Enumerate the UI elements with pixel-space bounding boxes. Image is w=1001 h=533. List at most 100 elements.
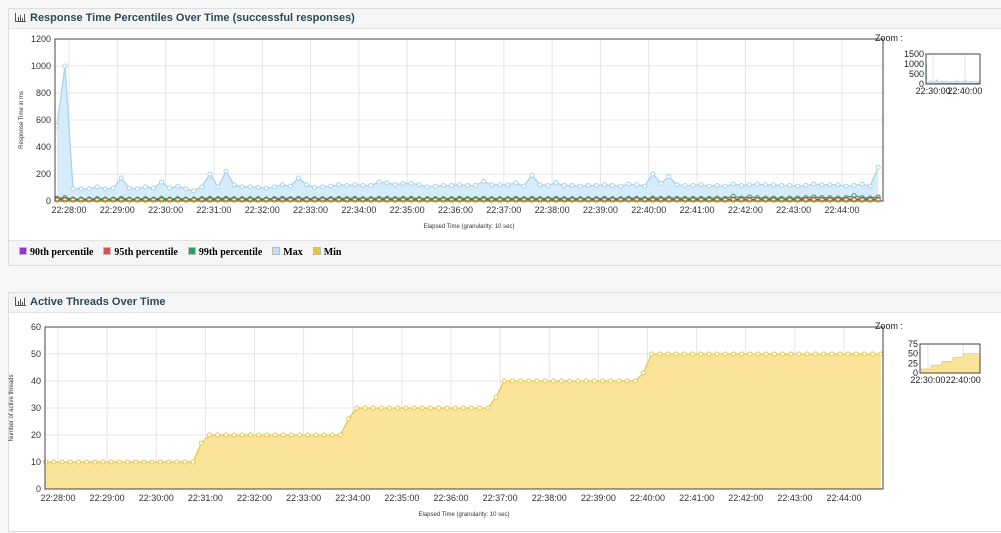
data-point (804, 183, 808, 187)
data-point (543, 379, 547, 383)
data-point (76, 460, 80, 464)
x-axis-title: Elapsed Time (granularity: 10 sec) (418, 512, 509, 518)
panel-header[interactable]: Active Threads Over Time (9, 293, 1001, 313)
data-point (199, 441, 203, 445)
data-point (264, 186, 268, 190)
x-tick-label: 22:34:00 (341, 205, 376, 215)
data-point (805, 352, 809, 356)
bar-chart-icon (15, 297, 26, 306)
zoom-navigator[interactable]: 05001000150022:30:0022:40:00 (904, 49, 982, 96)
data-point (780, 183, 784, 187)
data-point (707, 352, 711, 356)
active-threads-chart: 010203040506022:28:0022:29:0022:30:0022:… (1, 313, 1001, 533)
legend-item[interactable]: 99th percentile (188, 247, 262, 258)
legend-item[interactable]: 90th percentile (19, 247, 93, 258)
x-tick-label: 22:44:00 (824, 205, 859, 215)
data-point (600, 379, 604, 383)
x-tick-label: 22:37:00 (486, 205, 521, 215)
legend-item[interactable]: Min (313, 247, 342, 258)
legend-label: Max (283, 247, 302, 258)
data-point (377, 180, 381, 184)
x-tick-label: 22:35:00 (390, 205, 425, 215)
data-point (329, 184, 333, 188)
data-point (609, 379, 613, 383)
data-point (224, 169, 228, 173)
data-point (592, 379, 596, 383)
data-point (371, 406, 375, 410)
data-point (160, 180, 164, 184)
data-point (289, 433, 293, 437)
data-point (345, 183, 349, 187)
data-point (554, 181, 558, 185)
data-point (813, 352, 817, 356)
zoom-navigator[interactable]: 025507522:30:0022:40:00 (908, 339, 981, 385)
data-point (740, 352, 744, 356)
data-point (103, 187, 107, 191)
legend-label: 99th percentile (199, 247, 262, 258)
data-point (562, 183, 566, 187)
x-tick-label: 22:44:00 (826, 493, 861, 503)
data-point (184, 187, 188, 191)
y-tick-label: 600 (36, 115, 51, 125)
data-point (478, 406, 482, 410)
data-point (396, 406, 400, 410)
zoom-x-tick-label: 22:40:00 (946, 375, 981, 385)
data-point (240, 185, 244, 189)
data-point (248, 185, 252, 189)
legend-item[interactable]: 95th percentile (103, 247, 177, 258)
data-point (412, 406, 416, 410)
data-point (551, 379, 555, 383)
data-point (388, 406, 392, 410)
data-point (486, 406, 490, 410)
legend-swatch (272, 247, 280, 255)
x-tick-label: 22:30:00 (139, 493, 174, 503)
x-tick-label: 22:32:00 (237, 493, 272, 503)
data-point (568, 379, 572, 383)
data-point (437, 406, 441, 410)
x-tick-label: 22:39:00 (581, 493, 616, 503)
x-tick-label: 22:28:00 (40, 493, 75, 503)
data-point (494, 395, 498, 399)
data-point (498, 183, 502, 187)
data-point (306, 433, 310, 437)
data-point (322, 433, 326, 437)
data-point (379, 406, 383, 410)
data-point (101, 460, 105, 464)
data-point (458, 183, 462, 187)
data-point (772, 183, 776, 187)
data-point (420, 406, 424, 410)
data-point (797, 352, 801, 356)
data-point (433, 184, 437, 188)
data-point (232, 433, 236, 437)
data-point (257, 433, 261, 437)
data-point (134, 460, 138, 464)
zoom-frame (926, 54, 980, 84)
data-point (200, 185, 204, 189)
data-point (527, 379, 531, 383)
data-point (519, 379, 523, 383)
legend-item[interactable]: Max (272, 247, 302, 258)
zoom-x-tick-label: 22:40:00 (947, 86, 982, 96)
x-tick-label: 22:36:00 (433, 493, 468, 503)
data-point (272, 185, 276, 189)
data-point (87, 187, 91, 191)
data-point (288, 184, 292, 188)
data-point (425, 185, 429, 189)
zoom-y-tick-label: 1500 (904, 49, 924, 59)
y-tick-label: 30 (31, 403, 41, 413)
x-tick-label: 22:43:00 (777, 493, 812, 503)
data-point (772, 352, 776, 356)
data-point (538, 183, 542, 187)
data-point (576, 379, 580, 383)
data-point (248, 433, 252, 437)
data-point (602, 183, 606, 187)
data-point (546, 183, 550, 187)
y-tick-label: 60 (31, 322, 41, 332)
zoom-y-tick-label: 1000 (904, 59, 924, 69)
x-tick-label: 22:40:00 (631, 205, 666, 215)
panel-header[interactable]: Response Time Percentiles Over Time (suc… (9, 9, 1001, 29)
y-tick-label: 20 (31, 430, 41, 440)
x-tick-label: 22:35:00 (384, 493, 419, 503)
data-point (862, 352, 866, 356)
data-point (502, 379, 506, 383)
